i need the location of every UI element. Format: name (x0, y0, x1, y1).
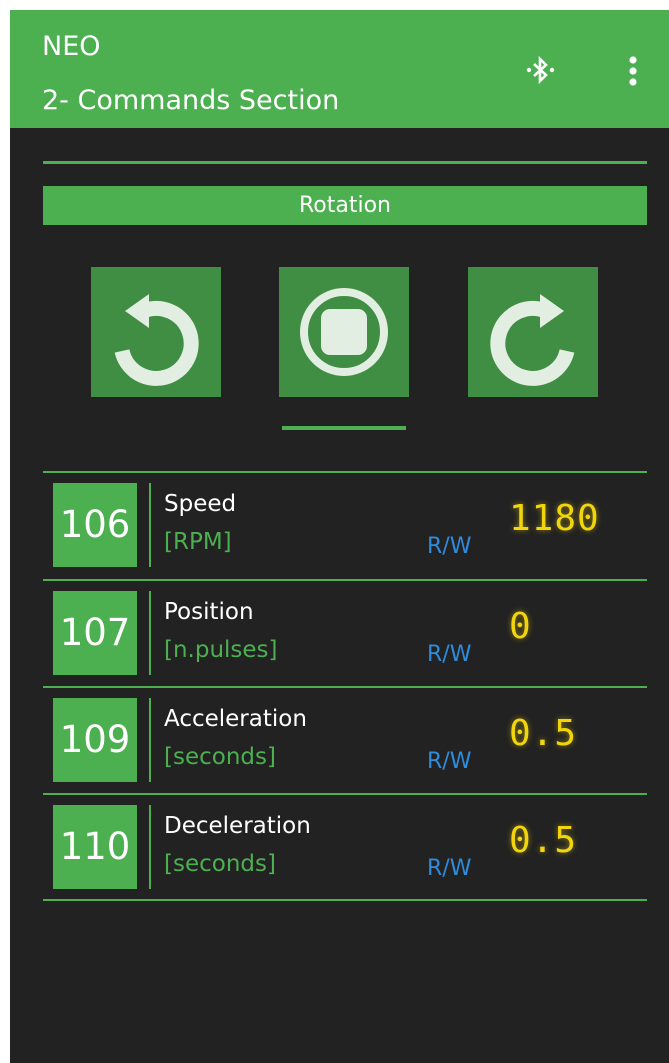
column-divider (149, 591, 151, 675)
param-row-deceleration: 110 Deceleration [seconds] R/W 0.5 (43, 793, 647, 899)
rotate-ccw-icon (114, 294, 199, 386)
row-divider (43, 686, 647, 688)
param-unit: [n.pulses] (164, 637, 278, 663)
param-unit: [seconds] (164, 851, 276, 877)
app-title: NEO (42, 31, 101, 62)
row-divider (43, 899, 647, 901)
param-value[interactable]: 0.5 (509, 819, 577, 863)
rotation-header: Rotation (43, 186, 647, 225)
param-name: Speed (164, 491, 237, 517)
rotation-indicator (282, 426, 406, 430)
param-value[interactable]: 0 (509, 605, 532, 649)
param-address[interactable]: 109 (53, 698, 137, 782)
param-row-acceleration: 109 Acceleration [seconds] R/W 0.5 (43, 686, 647, 792)
rotate-ccw-button[interactable] (91, 267, 221, 397)
param-unit: [seconds] (164, 744, 276, 770)
section-divider (43, 161, 647, 164)
column-divider (149, 805, 151, 889)
param-address[interactable]: 106 (53, 483, 137, 567)
stop-icon (300, 288, 388, 376)
app-bar: NEO 2- Commands Section (10, 10, 669, 128)
param-unit: [RPM] (164, 529, 232, 555)
stop-button[interactable] (279, 267, 409, 397)
app-subtitle: 2- Commands Section (42, 85, 340, 116)
more-vert-icon[interactable] (618, 52, 648, 90)
param-access[interactable]: R/W (427, 533, 471, 561)
param-access[interactable]: R/W (427, 641, 471, 669)
row-divider (43, 471, 647, 473)
column-divider (149, 698, 151, 782)
rotate-cw-button[interactable] (468, 267, 598, 397)
param-name: Position (164, 599, 254, 625)
param-row-speed: 106 Speed [RPM] R/W 1180 (43, 471, 647, 577)
param-row-position: 107 Position [n.pulses] R/W 0 (43, 579, 647, 685)
param-access[interactable]: R/W (427, 748, 471, 776)
row-divider (43, 579, 647, 581)
column-divider (149, 483, 151, 567)
param-name: Acceleration (164, 706, 307, 732)
param-name: Deceleration (164, 813, 311, 839)
param-access[interactable]: R/W (427, 855, 471, 883)
param-address[interactable]: 107 (53, 591, 137, 675)
row-divider (43, 793, 647, 795)
app-screen: NEO 2- Commands Section Rotation 106 Spe… (10, 10, 669, 1063)
rotate-cw-icon (490, 294, 575, 386)
bluetooth-icon[interactable] (525, 54, 557, 86)
param-value[interactable]: 0.5 (509, 712, 577, 756)
param-address[interactable]: 110 (53, 805, 137, 889)
param-value[interactable]: 1180 (509, 497, 600, 541)
